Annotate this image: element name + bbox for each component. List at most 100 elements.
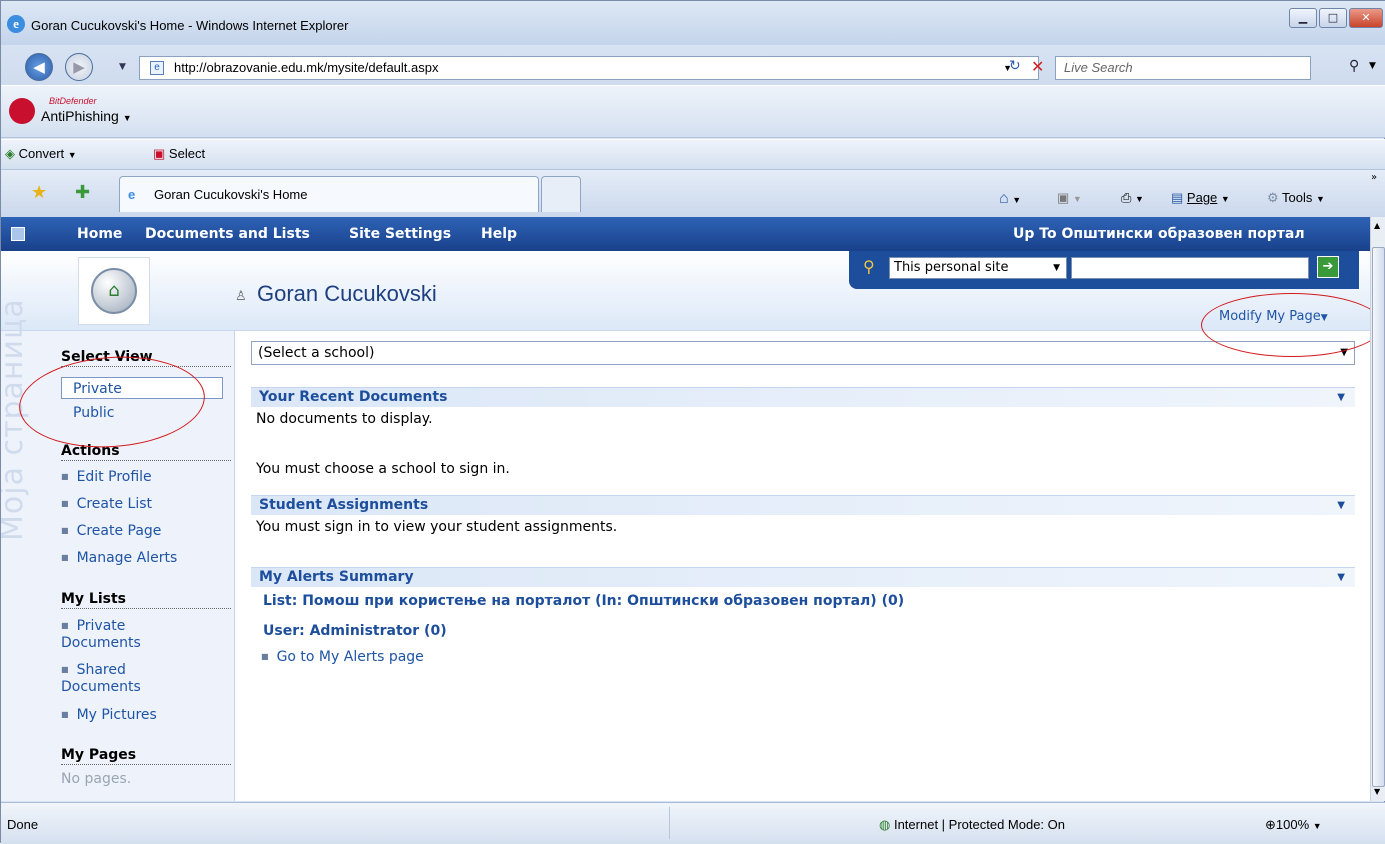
nav-home[interactable]: Home: [77, 226, 122, 242]
alerts-summary-header: My Alerts Summary ▼: [251, 567, 1355, 587]
zoom-icon: ⊕: [1265, 817, 1276, 832]
add-favorite-icon[interactable]: ✚: [75, 182, 90, 203]
search-magnifier-icon: ⚲: [863, 257, 875, 276]
action-manage-alerts[interactable]: Manage Alerts: [61, 550, 178, 566]
scroll-up-icon[interactable]: ▲: [1374, 221, 1380, 230]
favorites-star-icon[interactable]: ★: [31, 182, 47, 203]
webpart-menu-icon[interactable]: ▼: [1337, 388, 1345, 407]
action-create-list[interactable]: Create List: [61, 496, 152, 512]
tab-goran-home[interactable]: e Goran Cucukovski's Home: [119, 176, 539, 212]
minimize-button[interactable]: ▁: [1289, 8, 1317, 28]
status-text: Done: [7, 817, 39, 832]
url-text: http://obrazovanie.edu.mk/mysite/default…: [174, 60, 439, 75]
top-navigation: Home Documents and Lists Site Settings H…: [1, 217, 1370, 251]
history-dropdown-icon[interactable]: ▼: [119, 62, 126, 72]
bitdefender-logo-icon: [9, 98, 35, 124]
page-content: Home Documents and Lists Site Settings H…: [1, 217, 1370, 801]
up-to-portal-link[interactable]: Up To Општински образовен портал: [1013, 226, 1305, 242]
nav-help[interactable]: Help: [481, 226, 517, 242]
main-zone: (Select a school) ▼ Your Recent Document…: [251, 331, 1361, 801]
print-button[interactable]: ⎙ ▼: [1121, 190, 1144, 206]
tab-label: Goran Cucukovski's Home: [154, 187, 308, 202]
tools-menu-button[interactable]: ⚙ Tools ▼: [1267, 190, 1325, 206]
print-icon: ⎙: [1121, 190, 1132, 205]
action-create-page[interactable]: Create Page: [61, 523, 162, 539]
chevron-overflow-icon[interactable]: »: [1371, 172, 1377, 183]
status-panels: [669, 807, 869, 839]
home-icon: ⌂: [999, 190, 1009, 207]
alerts-summary-title: My Alerts Summary: [259, 569, 414, 585]
home-button[interactable]: ⌂ ▼: [999, 190, 1021, 208]
convert-icon: ◈: [5, 146, 15, 161]
tab-bar: ★ ✚ e Goran Cucukovski's Home ⌂ ▼ ▣ ▼ ⎙ …: [1, 170, 1385, 217]
chevron-down-icon: ▼: [1053, 263, 1060, 273]
student-assignments-title: Student Assignments: [259, 497, 429, 513]
search-go-button[interactable]: ➔: [1317, 256, 1339, 278]
action-edit-profile[interactable]: Edit Profile: [61, 469, 152, 485]
forward-button[interactable]: ▶: [65, 53, 93, 81]
recent-documents-title: Your Recent Documents: [259, 389, 448, 405]
list-private-documents[interactable]: Private Documents: [61, 617, 201, 652]
back-button[interactable]: ◀: [25, 53, 53, 81]
convert-toolbar: ◈ Convert ▼ ▣ Select: [1, 139, 1385, 170]
nav-documents-and-lists[interactable]: Documents and Lists: [145, 226, 310, 242]
search-icon[interactable]: ⚲: [1349, 58, 1359, 74]
page-menu-label: Page: [1186, 190, 1218, 205]
school-select-value: (Select a school): [258, 345, 375, 361]
site-search-input[interactable]: [1071, 257, 1309, 279]
scroll-thumb[interactable]: [1372, 247, 1385, 787]
security-zone[interactable]: ◍ Internet | Protected Mode: On: [879, 817, 1065, 833]
page-title: Goran Cucukovski: [257, 281, 437, 306]
webpart-menu-icon[interactable]: ▼: [1337, 496, 1345, 515]
list-alert-link[interactable]: List: Помош при користење на порталот (I…: [263, 593, 904, 609]
annotation-ellipse-modify: [1201, 293, 1370, 357]
antiphishing-button[interactable]: AntiPhishing ▼: [41, 108, 132, 124]
no-documents-text: No documents to display.: [256, 411, 433, 427]
convert-button[interactable]: ◈ Convert ▼: [5, 146, 77, 162]
tools-menu-label: Tools: [1282, 190, 1313, 205]
page-menu-button[interactable]: ▤ Page ▼: [1171, 190, 1230, 206]
select-button[interactable]: ▣ Select: [153, 146, 205, 162]
vertical-scrollbar[interactable]: ▲ ▼: [1370, 217, 1385, 801]
webpart-menu-icon[interactable]: ▼: [1337, 568, 1345, 587]
close-button[interactable]: ✕: [1349, 8, 1383, 28]
student-assignments-header: Student Assignments ▼: [251, 495, 1355, 515]
window-title: Goran Cucukovski's Home - Windows Intern…: [31, 18, 349, 33]
stop-icon[interactable]: ✕: [1031, 57, 1044, 76]
ie-logo-icon: e: [7, 15, 25, 33]
select-label: Select: [168, 146, 206, 161]
list-shared-documents[interactable]: Shared Documents: [61, 661, 201, 696]
nav-site-settings[interactable]: Site Settings: [349, 226, 451, 242]
school-select[interactable]: (Select a school) ▼: [251, 341, 1355, 365]
page-header: ⌂ ♙ Goran Cucukovski ⚲ This personal sit…: [1, 251, 1370, 331]
refresh-icon[interactable]: ↻: [1009, 58, 1021, 74]
url-field[interactable]: e http://obrazovanie.edu.mk/mysite/defau…: [139, 56, 1039, 80]
browser-window: e Goran Cucukovski's Home - Windows Inte…: [0, 0, 1385, 844]
rss-icon: ▣: [1057, 190, 1070, 205]
list-my-pictures[interactable]: My Pictures: [61, 707, 157, 723]
recent-documents-header: Your Recent Documents ▼: [251, 387, 1355, 407]
security-zone-label: Internet | Protected Mode: On: [893, 817, 1065, 832]
mysite-logo-icon: ⌂: [91, 268, 137, 314]
scroll-down-icon[interactable]: ▼: [1374, 787, 1380, 796]
search-panel: ⚲ This personal site ▼ ➔: [849, 251, 1359, 289]
search-dropdown-icon[interactable]: ▼: [1369, 61, 1376, 71]
page-menu-icon: ▤: [1171, 190, 1184, 205]
user-icon: ♙: [235, 289, 247, 304]
status-bar: Done ◍ Internet | Protected Mode: On ⊕10…: [1, 802, 1385, 844]
maximize-button[interactable]: □: [1319, 8, 1347, 28]
choose-school-text: You must choose a school to sign in.: [256, 461, 510, 477]
live-search-input[interactable]: Live Search: [1055, 56, 1311, 80]
new-tab-button[interactable]: [541, 176, 581, 212]
bitdefender-toolbar: BitDefender AntiPhishing ▼: [1, 85, 1385, 138]
address-bar: ◀ ▶ ▼ e http://obrazovanie.edu.mk/mysite…: [1, 45, 1385, 85]
title-bar: e Goran Cucukovski's Home - Windows Inte…: [1, 1, 1385, 45]
zoom-control[interactable]: ⊕100% ▼: [1265, 817, 1322, 833]
zoom-level: 100%: [1275, 817, 1310, 832]
no-pages-text: No pages.: [61, 771, 132, 787]
search-scope-dropdown[interactable]: This personal site ▼: [889, 257, 1067, 279]
user-alert-link[interactable]: User: Administrator (0): [263, 623, 447, 639]
go-to-alerts-link[interactable]: Go to My Alerts page: [261, 649, 424, 665]
antiphishing-label: AntiPhishing: [41, 108, 119, 124]
feeds-button[interactable]: ▣ ▼: [1057, 190, 1082, 206]
